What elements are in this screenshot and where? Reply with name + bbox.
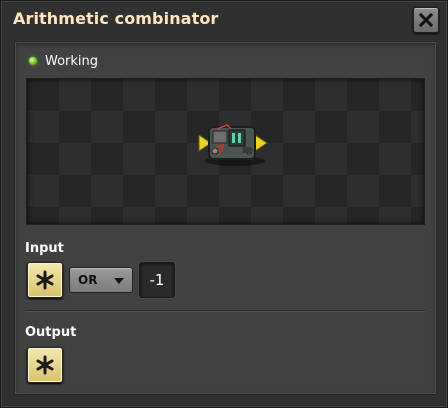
constant-input[interactable]: -1: [139, 262, 175, 298]
chevron-down-icon: [114, 278, 124, 284]
operation-value: OR: [78, 273, 98, 287]
close-button[interactable]: [413, 7, 439, 33]
window-title: Arithmetic combinator: [13, 9, 219, 28]
status-indicator: Working: [29, 52, 98, 70]
title-bar[interactable]: Arithmetic combinator: [9, 6, 439, 34]
asterisk-icon: [36, 270, 54, 290]
status-text: Working: [45, 53, 99, 69]
combinator-window: Arithmetic combinator Working Input OR -…: [0, 0, 448, 408]
content-panel: Working Input OR -1 Output: [14, 41, 437, 395]
arithmetic-combinator-icon: [198, 124, 268, 166]
entity-preview[interactable]: [26, 78, 425, 225]
output-signal-slot[interactable]: [27, 347, 63, 383]
input-label: Input: [25, 241, 64, 256]
close-icon: [419, 13, 433, 27]
operation-dropdown[interactable]: OR: [69, 267, 133, 293]
asterisk-icon: [36, 355, 54, 375]
input-signal-slot[interactable]: [27, 262, 63, 298]
output-label: Output: [25, 325, 77, 340]
section-divider: [25, 310, 425, 312]
status-light-icon: [29, 57, 37, 65]
